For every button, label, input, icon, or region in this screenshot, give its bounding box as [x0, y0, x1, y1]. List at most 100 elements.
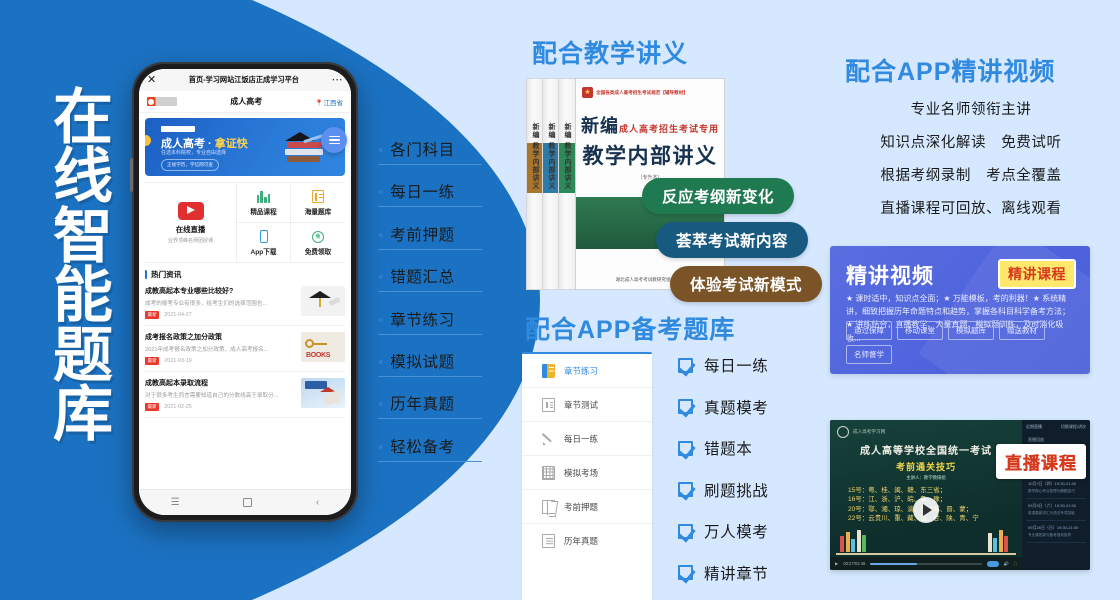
home-square-icon[interactable] [243, 498, 253, 507]
grid-item-free[interactable]: 免 免费领取 [291, 223, 345, 262]
course-tag[interactable]: 通过保障 [846, 321, 892, 340]
book-stack-icon [285, 149, 323, 155]
live-course-badge: 直播课程 [996, 444, 1086, 479]
video-controls[interactable]: ▶ 00:27/02:48 🔊 ⛶ [830, 557, 1022, 570]
grid-item-live[interactable]: 在线直播 业界顶峰名师团授课 [145, 183, 237, 262]
location-selector[interactable]: 📍江西省 [315, 97, 343, 107]
live-course-banner[interactable]: 成人高考学习网 成人高等学校全国统一考试 考前通关技巧 主讲人：教学教研组 15… [830, 420, 1090, 570]
play-icon[interactable] [913, 497, 939, 523]
book-stack-icon [287, 156, 320, 162]
more-icon[interactable]: ⋯ [332, 74, 344, 86]
fullscreen-icon[interactable]: ⛶ [1014, 561, 1017, 566]
sidebar-row-desc: 英语高频词汇与语法专项突破 [1028, 511, 1075, 515]
news-title: 成教高起本录取流程 [145, 380, 208, 387]
course-tag[interactable]: 名师督学 [846, 345, 892, 364]
list-item: • 章节练习 [378, 308, 482, 335]
list-item[interactable]: 成教高起本专业哪些比较好? 成考的报考专业有很多，给考生们的选择范围也... 最… [145, 280, 345, 326]
live-subheading: 考前通关技巧 [895, 462, 956, 472]
bars-icon [256, 191, 271, 203]
qbank-menu-label: 历年真题 [564, 536, 599, 546]
live-heading: 成人高等学校全国统一考试 [860, 446, 992, 457]
mock-exam-icon [542, 465, 555, 480]
qbank-menu-item-chapter-test[interactable]: 章节测试 [522, 388, 652, 422]
list-item: • 考前押题 [378, 223, 482, 250]
list-item[interactable]: 09月9日（六）19:30-21:00 英语高频词汇与语法专项突破 [1026, 499, 1086, 521]
bullet-icon: • [378, 269, 384, 287]
graduation-cap-icon [309, 291, 331, 298]
list-item[interactable]: 成考报名政策之加分政策 2021年成考报名政策之加分政策，成人高考报名... 最… [145, 326, 345, 372]
grid-item-sub: 业界顶峰名师团授课 [167, 237, 213, 244]
accent-bar [145, 270, 147, 279]
menu-icon[interactable]: ☰ [171, 497, 180, 508]
play-icon[interactable]: ▶ [835, 561, 838, 566]
list-item[interactable]: 10月7日（四）19:30-21:00 数学核心考点梳理与解题技巧 [1026, 477, 1086, 499]
feature-label: 轻松备考 [390, 438, 455, 456]
course-tag[interactable]: 移动课堂 [897, 321, 943, 340]
close-icon[interactable]: ✕ [147, 74, 156, 86]
qbank-check-label: 真题模考 [704, 399, 769, 417]
banner-pill: 正规学历，学信网可查 [161, 159, 219, 171]
feature-label: 错题汇总 [390, 269, 455, 287]
list-item[interactable]: 09月26日（日）19:30-21:00 专业课答疑与备考规划指导 [1026, 521, 1086, 543]
list-item[interactable]: 成教高起本录取流程 对于很多考生而言需要知道自己的分数线高于录取分... 最新 … [145, 372, 345, 418]
book-icon [312, 190, 324, 203]
volume-icon[interactable]: 🔊 [1004, 561, 1009, 567]
video-speed-badge[interactable] [986, 560, 999, 567]
list-item: 万人模考 [678, 520, 768, 542]
qbank-menu-item-past-papers[interactable]: 历年真题 [522, 524, 652, 558]
sidebar-row-title: 09月26日（日）19:30-21:00 [1028, 525, 1079, 530]
qbank-check-list: 每日一练 真题模考 错题本 刷题挑战 万人模考 精讲章节 [678, 352, 768, 600]
news-text: 成教高起本录取流程 对于很多考生而言需要知道自己的分数线高于录取分... 最新 … [145, 378, 295, 411]
grid-item-appdownload[interactable]: App下载 [237, 223, 291, 262]
sidebar-row-desc: 专业课答疑与备考规划指导 [1028, 533, 1072, 537]
course-banner-badge: 精讲课程 [998, 259, 1076, 289]
grid-item-label: 免费领取 [304, 248, 332, 256]
school-logo-icon [837, 426, 849, 438]
qbank-menu-item-daily-practice[interactable]: 每日一练 [522, 422, 652, 456]
check-icon [678, 399, 693, 414]
grid-item-qbank[interactable]: 海量题库 [291, 183, 345, 223]
qbank-check-label: 刷题挑战 [704, 482, 769, 500]
check-icon [678, 565, 693, 580]
qbank-menu-item-mock-exam[interactable]: 模拟考场 [522, 456, 652, 490]
book-feature-pills: 反应考纲新变化 荟萃考试新内容 体验考试新模式 [642, 178, 823, 310]
sidebar-header-right: 切换课程/讲次 [1060, 424, 1086, 429]
check-icon [678, 357, 693, 373]
book-pill: 荟萃考试新内容 [656, 222, 809, 258]
course-banner[interactable]: 精讲视频 精讲课程 ★ 课时适中，知识点全面；★ 万能模板，考的利器！★ 系统精… [830, 246, 1090, 374]
qbank-menu-item-chapter-practice[interactable]: 章节练习 [522, 354, 652, 388]
feature-label: 章节练习 [390, 311, 455, 329]
course-tag[interactable]: 赠送教材 [999, 321, 1045, 340]
list-item: • 历年真题 [378, 392, 482, 420]
promo-banner[interactable]: 成人高考 · 拿证快 任选本科院校，专业自由选择 正规学历，学信网可查 [145, 118, 345, 176]
live-note: 主讲人：教学教研组 [906, 475, 946, 480]
hero-title-char: 智 [53, 202, 113, 270]
sidebar-row-title: 10月7日（四）19:30-21:00 [1028, 481, 1077, 486]
phone-screen: ✕ 首页-学习网站江饭店正成学习平台 ⋯ 成人高考 📍江西省 成人高考 · 拿证… [139, 69, 351, 515]
news-list: 成教高起本专业哪些比较好? 成考的报考专业有很多，给考生们的选择范围也... 最… [145, 280, 345, 489]
feature-label: 模拟试题 [390, 353, 455, 371]
course-tag[interactable]: 模拟题库 [948, 321, 994, 340]
chapter-practice-icon [542, 363, 555, 378]
course-banner-title: 精讲视频 [846, 265, 934, 288]
qbank-check-label: 每日一练 [704, 358, 769, 375]
list-item: • 每日一练 [378, 180, 482, 208]
app-header: 成人高考 📍江西省 [139, 91, 351, 113]
news-header-label: 热门资讯 [151, 270, 182, 279]
grid-item-courses[interactable]: 精品课程 [237, 183, 291, 223]
news-date: 2021-02-25 [164, 404, 192, 410]
live-video-stage[interactable]: 成人高考学习网 成人高等学校全国统一考试 考前通关技巧 主讲人：教学教研组 15… [830, 420, 1022, 570]
list-item: 精讲章节 [678, 562, 768, 584]
banner-dot [145, 135, 151, 146]
video-progress-bar[interactable] [870, 562, 982, 565]
bullet-icon: • [378, 353, 384, 371]
bullet-icon: • [378, 184, 384, 202]
book-cover-line1-accent: 成人高考招生考试专用 [618, 124, 719, 134]
back-icon[interactable]: ‹ [316, 497, 319, 508]
menu-fab-icon[interactable] [321, 127, 347, 153]
news-meta: 最新 2021-02-25 [145, 403, 295, 411]
book-spine-text: 新编 教学内部讲义 [548, 122, 555, 190]
qbank-menu-item-pre-exam[interactable]: 考前押题 [522, 490, 652, 524]
list-item: 刷题挑战 [678, 479, 768, 501]
grid-item-label: 海量题库 [304, 209, 332, 216]
